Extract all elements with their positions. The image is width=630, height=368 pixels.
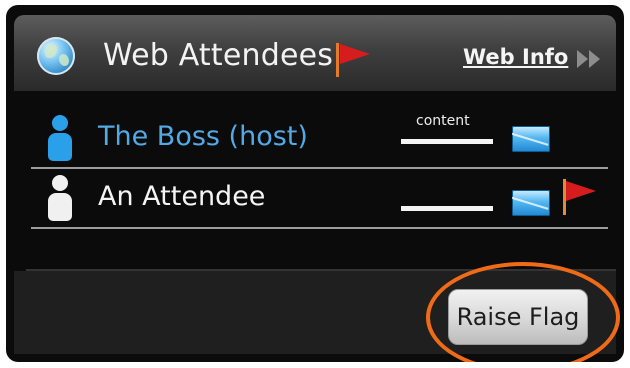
panel-title: Web Attendees [103, 38, 334, 73]
web-attendees-panel: Web Attendees Web Info The Boss (host) c… [6, 5, 624, 362]
content-bar [401, 139, 493, 144]
attendee-name: An Attendee [98, 181, 266, 212]
title-flag-pole [336, 43, 339, 77]
raise-flag-button[interactable]: Raise Flag [448, 289, 588, 345]
mail-icon[interactable] [512, 190, 550, 216]
flag-icon [340, 44, 370, 64]
row-divider [31, 227, 608, 229]
attendee-row-attendee[interactable]: An Attendee [26, 173, 606, 225]
attendee-name: The Boss (host) [98, 121, 308, 152]
row-divider [31, 167, 608, 169]
person-icon-attendee [48, 175, 72, 223]
globe-icon [37, 37, 75, 75]
panel-header: Web Attendees Web Info [14, 15, 616, 91]
mail-icon[interactable] [512, 126, 550, 152]
content-bar [401, 206, 493, 211]
web-info-link[interactable]: Web Info [463, 45, 568, 69]
person-icon-host [48, 115, 72, 163]
attendee-row-host[interactable]: The Boss (host) content [26, 113, 606, 165]
fast-forward-icon[interactable] [577, 50, 605, 68]
raised-flag-icon [566, 181, 596, 201]
content-label: content [416, 113, 470, 129]
